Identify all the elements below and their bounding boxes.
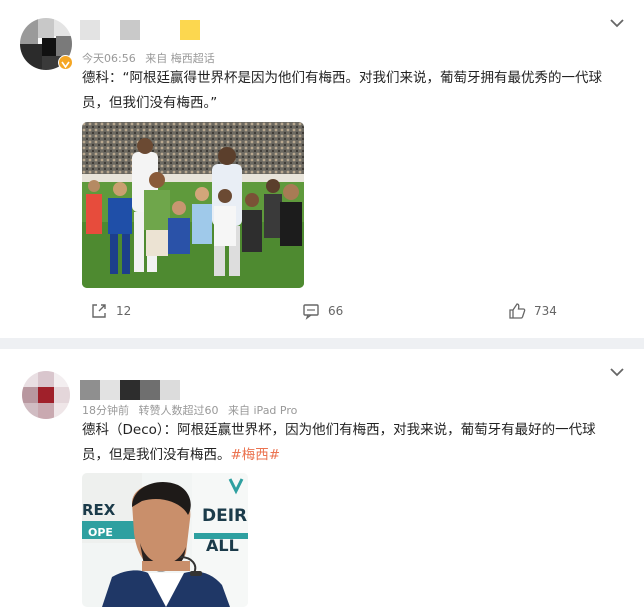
avatar[interactable] — [22, 371, 70, 419]
photo-text-right: DEIR — [202, 506, 247, 526]
verified-badge-icon — [58, 55, 73, 70]
share-icon — [92, 304, 106, 318]
post-source[interactable]: 来自 梅西超话 — [145, 52, 215, 65]
chevron-down-icon[interactable] — [608, 363, 626, 381]
post-meta: 今天06:56 来自 梅西超话 — [82, 50, 215, 66]
post-meta: 18分钟前 转赞人数超过60 来自 iPad Pro — [82, 402, 297, 418]
comment-count: 66 — [328, 304, 344, 318]
like-count: 734 — [534, 304, 557, 318]
post-image[interactable]: REX OPE DEIR ALL — [82, 473, 248, 607]
username[interactable] — [80, 380, 180, 400]
post-image[interactable] — [82, 122, 304, 288]
post-card: 18分钟前 转赞人数超过60 来自 iPad Pro 德科（Deco）：阿根廷赢… — [0, 349, 644, 607]
hashtag-link[interactable]: #梅西# — [231, 447, 281, 463]
repost-count: 12 — [116, 304, 132, 318]
post-text: 德科：“阿根廷赢得世界杯是因为他们有梅西。对我们来说，葡萄牙拥有最优秀的一代球员… — [82, 70, 602, 111]
action-bar: 12 66 734 — [0, 302, 644, 332]
repost-button[interactable]: 12 — [90, 302, 131, 320]
chevron-down-icon[interactable] — [608, 14, 626, 32]
like-button[interactable]: 734 — [508, 302, 557, 320]
comment-icon — [303, 304, 319, 320]
photo-text-left: REX — [82, 501, 116, 519]
post-body: 德科（Deco）：阿根廷赢世界杯，因为他们有梅西，对我来说，葡萄牙有最好的一代球… — [82, 422, 596, 463]
photo-text-bottom: OPE — [88, 526, 113, 539]
post-source[interactable]: 来自 iPad Pro — [228, 404, 297, 417]
post-time[interactable]: 今天06:56 — [82, 52, 136, 65]
post-card: 今天06:56 来自 梅西超话 德科：“阿根廷赢得世界杯是因为他们有梅西。对我们… — [0, 0, 644, 338]
username[interactable] — [80, 20, 200, 40]
post-text: 德科（Deco）：阿根廷赢世界杯，因为他们有梅西，对我来说，葡萄牙有最好的一代球… — [82, 418, 622, 468]
post-time[interactable]: 18分钟前 — [82, 404, 129, 417]
post-reposts-note: 转赞人数超过60 — [138, 404, 219, 417]
like-icon — [509, 303, 526, 319]
photo-text-right2: ALL — [206, 536, 239, 555]
comment-button[interactable]: 66 — [302, 302, 343, 320]
